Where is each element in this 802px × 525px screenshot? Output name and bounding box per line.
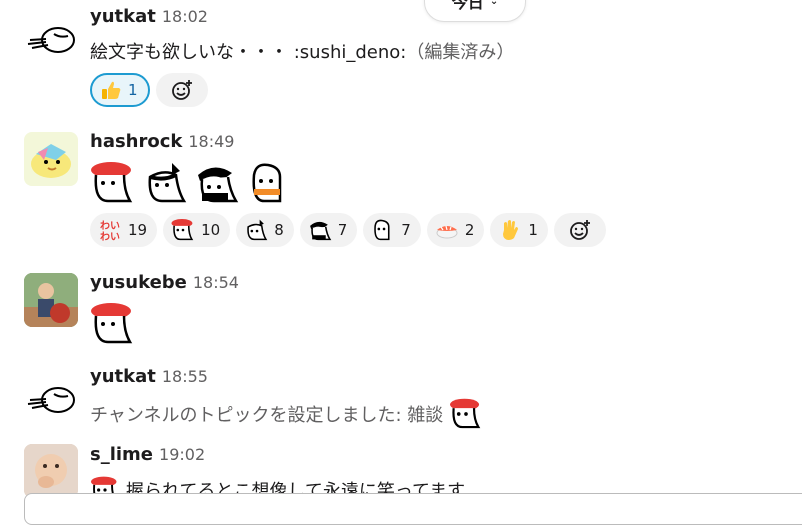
avatar-photo-icon: [24, 444, 78, 498]
avatar-bird-icon: [31, 144, 71, 178]
message-header: yutkat 18:55: [90, 366, 208, 387]
avatar[interactable]: [24, 444, 78, 498]
svg-text:わい: わい: [100, 220, 120, 232]
timestamp[interactable]: 18:55: [162, 367, 208, 386]
avatar-photo-icon: [24, 273, 78, 327]
character-with-cap-icon: [198, 167, 239, 203]
avatar[interactable]: [24, 14, 78, 68]
message-item: yutkat 18:55 チャンネルのトピックを設定しました: 雑談: [0, 360, 802, 430]
sushi-character-icon: [91, 303, 133, 344]
reaction-count: 2: [464, 221, 475, 239]
reaction-count: 10: [201, 221, 221, 239]
author-name[interactable]: hashrock: [90, 131, 182, 152]
reaction-count: 1: [128, 81, 138, 99]
message-text-line: 絵文字も欲しいな・・・ :sushi_deno:（編集済み）: [90, 38, 514, 64]
character-with-cap-icon: [309, 221, 332, 241]
waiwai-icon: わい わい: [100, 220, 120, 242]
message-header: yutkat 18:02: [90, 6, 208, 27]
svg-text:わい: わい: [100, 231, 120, 242]
reaction-wave[interactable]: 1: [490, 213, 548, 247]
thumbs-up-icon: [102, 81, 121, 99]
avatar-sketch-icon: [27, 27, 75, 53]
avatar-sketch-icon: [27, 387, 75, 413]
message-item: yutkat 18:02 絵文字も欲しいな・・・ :sushi_deno:（編集済…: [0, 0, 802, 115]
add-emoji-icon: [171, 80, 192, 100]
reaction-sushi-character[interactable]: 10: [163, 213, 231, 247]
day-label: 今日: [451, 0, 484, 12]
message-item: hashrock 18:49 わい わい 19 10 8 7 7 2 1: [0, 125, 802, 255]
message-text: チャンネルのトピックを設定しました: 雑談: [90, 405, 444, 426]
sushi-character-icon: [450, 398, 481, 429]
sushi-icon: [436, 225, 458, 239]
reaction-waiwai[interactable]: わい わい 19: [90, 213, 158, 247]
reaction-character-with-cap[interactable]: 7: [299, 213, 358, 247]
author-name[interactable]: yutkat: [90, 366, 156, 387]
message-composer[interactable]: [24, 493, 802, 525]
edited-label: （編集済み）: [406, 42, 515, 63]
reactions-bar: わい わい 19 10 8 7 7 2 1: [90, 213, 606, 247]
sushi-character-icon: [91, 162, 133, 203]
character-with-hat-icon: [247, 219, 268, 241]
reactions-bar: 1: [90, 73, 208, 107]
message-header: yusukebe 18:54: [90, 272, 239, 293]
reaction-character-outline[interactable]: 7: [363, 213, 421, 247]
avatar[interactable]: [24, 273, 78, 327]
reaction-count: 8: [274, 221, 284, 239]
big-emoji-row: [90, 161, 292, 205]
author-name[interactable]: yutkat: [90, 6, 156, 27]
day-divider-button[interactable]: 今日 ⌄: [424, 0, 526, 22]
message-header: s_lime 19:02: [90, 444, 205, 465]
character-outline-icon: [374, 219, 390, 241]
reaction-count: 7: [337, 221, 348, 239]
big-emoji-row: [90, 302, 136, 346]
reaction-thumbs-up[interactable]: 1: [90, 73, 150, 107]
timestamp[interactable]: 19:02: [159, 445, 205, 464]
avatar[interactable]: [24, 132, 78, 186]
reaction-count: 19: [128, 221, 148, 239]
chevron-down-icon: ⌄: [489, 0, 499, 7]
character-with-hat-icon: [148, 163, 187, 203]
message-text-line: チャンネルのトピックを設定しました: 雑談: [90, 398, 483, 430]
add-reaction-button[interactable]: [155, 73, 208, 107]
reaction-sushi[interactable]: 2: [426, 213, 485, 247]
character-with-scarf-icon: [252, 163, 282, 203]
sushi-character-icon: [171, 219, 194, 241]
author-name[interactable]: s_lime: [90, 444, 153, 465]
timestamp[interactable]: 18:02: [162, 7, 208, 26]
add-reaction-button[interactable]: [553, 213, 606, 247]
add-emoji-icon: [570, 220, 590, 240]
message-item: yusukebe 18:54: [0, 266, 802, 356]
message-header: hashrock 18:49: [90, 131, 234, 152]
waving-hand-icon: [503, 220, 519, 240]
timestamp[interactable]: 18:54: [193, 273, 239, 292]
author-name[interactable]: yusukebe: [90, 272, 187, 293]
reaction-character-with-hat[interactable]: 8: [236, 213, 294, 247]
reaction-count: 7: [401, 221, 411, 239]
timestamp[interactable]: 18:49: [188, 132, 234, 151]
avatar[interactable]: [24, 374, 78, 428]
reaction-count: 1: [528, 221, 538, 239]
message-text: 絵文字も欲しいな・・・ :sushi_deno:: [90, 42, 407, 63]
